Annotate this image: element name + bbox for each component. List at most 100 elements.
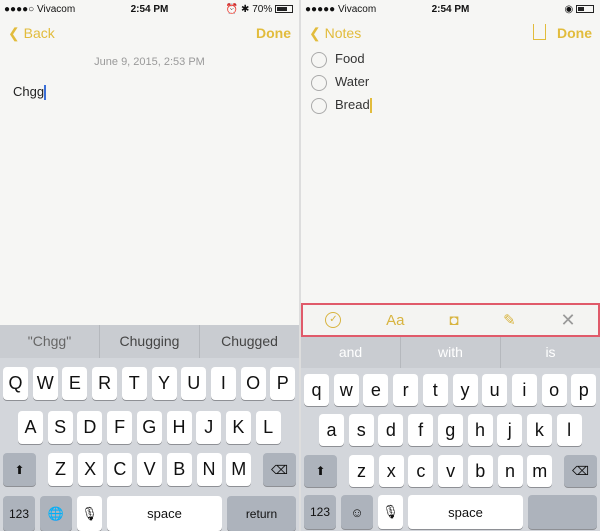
- key-r[interactable]: R: [92, 367, 118, 400]
- suggestion[interactable]: Chugged: [200, 325, 299, 358]
- key-d[interactable]: d: [378, 414, 404, 446]
- key-v[interactable]: v: [438, 455, 464, 487]
- key-u[interactable]: U: [181, 367, 207, 400]
- key-l[interactable]: L: [255, 411, 281, 444]
- key-t[interactable]: T: [121, 367, 147, 400]
- checkbox-circle-icon[interactable]: [311, 74, 327, 91]
- key-x[interactable]: X: [77, 453, 103, 486]
- key-j[interactable]: J: [196, 411, 222, 444]
- sketch-icon[interactable]: ✎: [503, 311, 516, 329]
- key-i[interactable]: i: [511, 374, 537, 406]
- key-e[interactable]: e: [363, 374, 389, 406]
- back-button[interactable]: ❮ Back: [8, 25, 55, 42]
- key-z[interactable]: Z: [48, 453, 73, 486]
- key-g[interactable]: G: [136, 411, 162, 444]
- camera-icon[interactable]: ◘: [449, 312, 458, 329]
- key-o[interactable]: o: [541, 374, 567, 406]
- key-a[interactable]: a: [319, 414, 344, 446]
- numbers-key[interactable]: 123: [304, 495, 336, 529]
- checkbox-circle-icon[interactable]: [311, 51, 327, 68]
- key-b[interactable]: B: [166, 453, 192, 486]
- backspace-key[interactable]: ⌫: [564, 455, 597, 487]
- share-icon[interactable]: [533, 24, 546, 40]
- checklist-item[interactable]: Food: [311, 50, 365, 68]
- shift-key[interactable]: ⬆: [304, 455, 337, 487]
- shift-key[interactable]: ⬆: [3, 453, 36, 486]
- microphone-key[interactable]: 🎙: [378, 495, 403, 529]
- key-y[interactable]: y: [452, 374, 478, 406]
- close-icon[interactable]: ✕: [561, 310, 576, 331]
- key-k[interactable]: k: [526, 414, 552, 446]
- format-icon[interactable]: Aa: [386, 312, 404, 329]
- key-f[interactable]: f: [408, 414, 434, 446]
- checkbox-circle-icon[interactable]: [311, 97, 327, 114]
- note-body[interactable]: Chgg: [13, 84, 47, 101]
- key-h[interactable]: H: [166, 411, 192, 444]
- key-t[interactable]: t: [422, 374, 448, 406]
- globe-key[interactable]: 🌐: [40, 496, 72, 531]
- key-f[interactable]: F: [107, 411, 133, 444]
- key-s[interactable]: S: [47, 411, 73, 444]
- microphone-key[interactable]: 🎙: [77, 496, 102, 531]
- key-b[interactable]: b: [467, 455, 493, 487]
- status-icons: ⏰ ✱ 70%: [225, 4, 273, 15]
- suggestion[interactable]: and: [301, 337, 401, 368]
- status-icons: ◉: [564, 4, 574, 15]
- key-p[interactable]: P: [270, 367, 296, 400]
- text-caret: [44, 85, 47, 101]
- back-label: Back: [23, 25, 55, 41]
- key-e[interactable]: E: [62, 367, 88, 400]
- battery-icon: [576, 5, 594, 14]
- key-x[interactable]: x: [378, 455, 404, 487]
- emoji-key[interactable]: ☺: [341, 495, 373, 529]
- key-y[interactable]: Y: [151, 367, 177, 400]
- item-text: Food: [335, 51, 365, 66]
- key-d[interactable]: D: [77, 411, 103, 444]
- key-s[interactable]: s: [348, 414, 374, 446]
- key-z[interactable]: z: [349, 455, 374, 487]
- key-k[interactable]: K: [225, 411, 251, 444]
- chevron-left-icon: ❮: [309, 25, 321, 41]
- key-m[interactable]: M: [226, 453, 252, 486]
- key-o[interactable]: O: [240, 367, 266, 400]
- key-w[interactable]: W: [32, 367, 58, 400]
- suggestion[interactable]: with: [401, 337, 501, 368]
- key-r[interactable]: r: [393, 374, 419, 406]
- status-bar: ●●●●● Vivacom 2:54 PM ◉: [301, 0, 600, 20]
- numbers-key[interactable]: 123: [3, 496, 35, 531]
- key-l[interactable]: l: [556, 414, 582, 446]
- key-c[interactable]: c: [408, 455, 434, 487]
- key-v[interactable]: V: [137, 453, 163, 486]
- item-text: Water: [335, 74, 370, 89]
- suggestion-bar: and with is: [301, 337, 600, 368]
- key-a[interactable]: A: [18, 411, 43, 444]
- backspace-key[interactable]: ⌫: [263, 453, 296, 486]
- key-p[interactable]: p: [571, 374, 597, 406]
- key-n[interactable]: N: [196, 453, 222, 486]
- key-c[interactable]: C: [107, 453, 133, 486]
- suggestion[interactable]: "Chgg": [0, 325, 100, 358]
- back-button[interactable]: ❮ Notes: [309, 25, 361, 42]
- space-key[interactable]: space: [107, 496, 222, 531]
- checklist-item[interactable]: Water: [311, 73, 369, 91]
- key-j[interactable]: j: [497, 414, 523, 446]
- key-m[interactable]: m: [527, 455, 553, 487]
- key-h[interactable]: h: [467, 414, 493, 446]
- done-button[interactable]: Done: [256, 25, 291, 41]
- space-key[interactable]: space: [408, 495, 523, 529]
- key-q[interactable]: q: [304, 374, 329, 406]
- checklist-icon[interactable]: ✓: [325, 312, 342, 328]
- key-n[interactable]: n: [497, 455, 523, 487]
- key-q[interactable]: Q: [3, 367, 28, 400]
- suggestion[interactable]: is: [501, 337, 600, 368]
- return-key[interactable]: [528, 495, 597, 529]
- key-w[interactable]: w: [333, 374, 359, 406]
- done-button[interactable]: Done: [557, 25, 592, 41]
- text-caret: [369, 98, 372, 114]
- suggestion[interactable]: Chugging: [100, 325, 200, 358]
- key-g[interactable]: g: [437, 414, 463, 446]
- return-key[interactable]: return: [227, 496, 296, 531]
- key-u[interactable]: u: [482, 374, 508, 406]
- checklist-item[interactable]: Bread: [311, 96, 372, 114]
- key-i[interactable]: I: [210, 367, 236, 400]
